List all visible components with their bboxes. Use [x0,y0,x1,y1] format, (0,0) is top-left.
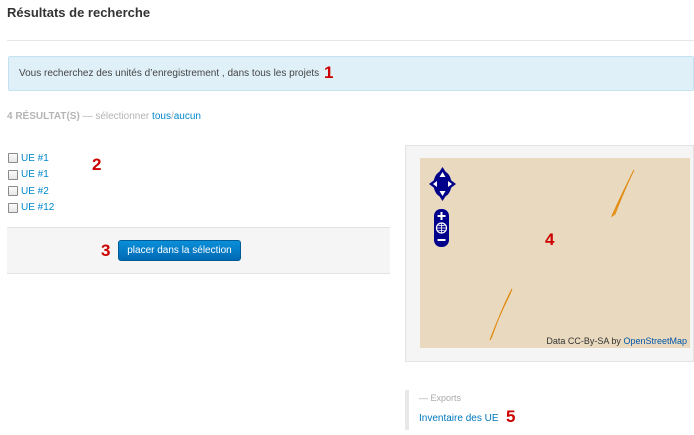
attribution-text: Data CC-By-SA by [546,336,621,346]
export-inventory-link[interactable]: Inventaire des UE [419,413,499,424]
map-feature-line [610,169,635,218]
ue-link[interactable]: UE #12 [21,202,54,213]
item-checkbox[interactable] [8,202,18,213]
map-features [489,169,635,341]
annotation-marker-2: 2 [92,155,102,174]
results-list: UE #1 UE #1 UE #2 UE #12 [8,150,54,216]
search-info-alert: Vous recherchez des unités d’enregistrem… [8,56,694,91]
map-feature-line [489,288,513,341]
map-pan-control[interactable] [429,166,456,202]
ue-link[interactable]: UE #1 [21,169,49,180]
select-prefix: — sélectionner [82,111,150,122]
map-attribution: Data CC-By-SA by OpenStreetMap [545,336,688,346]
item-checkbox[interactable] [8,153,18,164]
exports-section: — Exports Inventaire des UE [405,390,555,430]
list-item: UE #2 [8,183,54,200]
selection-actions: placer dans la sélection [7,227,390,274]
page-title: Résultats de recherche [7,5,151,20]
add-to-selection-button[interactable]: placer dans la sélection [118,240,241,261]
results-count: 4 RÉSULTAT(S) [7,111,80,122]
select-none-link[interactable]: aucun [174,111,201,122]
map-panel: Data CC-By-SA by OpenStreetMap [405,145,694,362]
ue-link[interactable]: UE #2 [21,186,49,197]
item-checkbox[interactable] [8,186,18,197]
ue-link[interactable]: UE #1 [21,153,49,164]
list-item: UE #1 [8,167,54,184]
results-summary: 4 RÉSULTAT(S) — sélectionner tous/aucun [7,111,201,122]
title-divider [7,40,694,41]
list-item: UE #12 [8,200,54,217]
annotation-marker-3: 3 [101,241,111,260]
map-view[interactable]: Data CC-By-SA by OpenStreetMap [420,158,690,348]
search-info-text: Vous recherchez des unités d’enregistrem… [19,68,320,79]
annotation-marker-5: 5 [506,407,516,426]
openstreetmap-link[interactable]: OpenStreetMap [623,336,687,346]
list-item: UE #1 [8,150,54,167]
select-all-link[interactable]: tous [152,111,171,122]
annotation-marker-1: 1 [324,63,334,82]
item-checkbox[interactable] [8,169,18,180]
map-zoom-control[interactable] [434,209,449,247]
annotation-marker-4: 4 [545,230,555,249]
exports-heading: — Exports [419,393,462,403]
